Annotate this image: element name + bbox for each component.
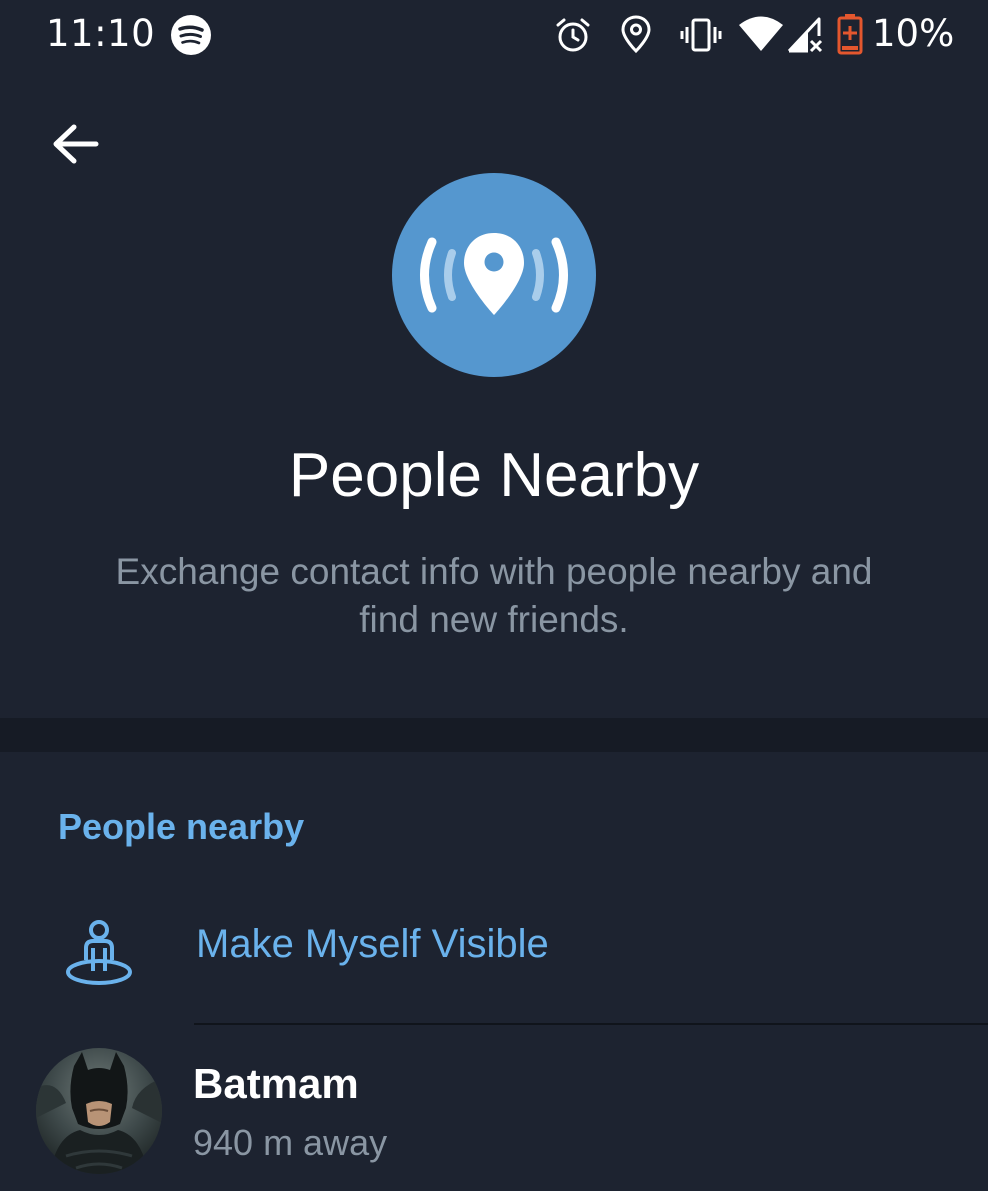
signal-icon bbox=[787, 17, 823, 53]
battery-icon bbox=[837, 14, 863, 55]
status-time: 11:10 bbox=[46, 12, 156, 55]
location-broadcast-icon bbox=[420, 233, 568, 315]
status-bar: 11:10 10% bbox=[0, 0, 988, 72]
make-visible-button[interactable]: Make Myself Visible bbox=[0, 890, 988, 1008]
location-icon bbox=[621, 15, 651, 54]
back-button[interactable] bbox=[44, 112, 108, 176]
user-distance: 940 m away bbox=[193, 1122, 388, 1163]
wifi-icon bbox=[739, 16, 783, 51]
vibrate-icon bbox=[680, 18, 722, 52]
section-divider bbox=[0, 718, 988, 752]
battery-percentage: 10% bbox=[872, 12, 955, 55]
batman-avatar bbox=[36, 1048, 162, 1174]
nearby-user-row[interactable]: Batmam 940 m away bbox=[0, 1040, 988, 1180]
row-separator bbox=[194, 1023, 988, 1025]
spotify-icon bbox=[171, 15, 211, 55]
person-visible-icon bbox=[66, 920, 132, 985]
page-subtitle: Exchange contact info with people nearby… bbox=[115, 551, 873, 640]
hero-icon-circle bbox=[392, 173, 596, 377]
page-title: People Nearby bbox=[288, 441, 700, 510]
section-header: People nearby bbox=[58, 806, 305, 847]
alarm-icon bbox=[556, 18, 590, 52]
make-visible-label: Make Myself Visible bbox=[196, 922, 549, 966]
user-name: Batmam bbox=[193, 1060, 359, 1107]
arrow-left-icon bbox=[53, 124, 99, 164]
